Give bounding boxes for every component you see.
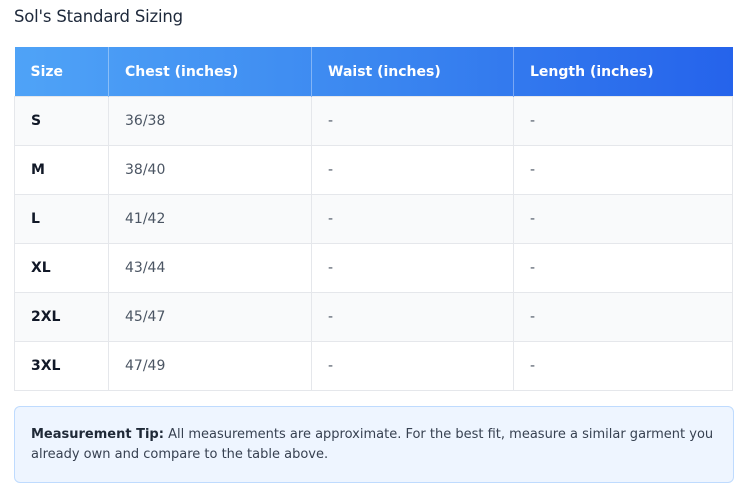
size-chart-table: Size Chest (inches) Waist (inches) Lengt… <box>14 47 733 391</box>
chest-cell: 41/42 <box>108 194 312 244</box>
page-title: Sol's Standard Sizing <box>14 7 183 26</box>
length-cell: - <box>513 194 733 244</box>
size-cell: L <box>14 194 109 244</box>
size-cell: XL <box>14 243 109 293</box>
waist-cell: - <box>311 341 514 391</box>
chest-cell: 36/38 <box>108 96 312 146</box>
column-header-chest: Chest (inches) <box>108 47 312 97</box>
column-header-length: Length (inches) <box>530 63 654 80</box>
table-header-row: Size Chest (inches) Waist (inches) Lengt… <box>14 47 733 97</box>
column-header-waist: Waist (inches) <box>311 47 514 97</box>
waist-cell: - <box>311 292 514 342</box>
size-cell: S <box>14 96 109 146</box>
waist-cell: - <box>311 145 514 195</box>
size-cell: 2XL <box>14 292 109 342</box>
chest-cell: 45/47 <box>108 292 312 342</box>
waist-cell: - <box>311 243 514 293</box>
table-row: XL 43/44 - - <box>14 243 733 293</box>
tip-label: Measurement Tip: <box>31 427 164 442</box>
chest-cell: 47/49 <box>108 341 312 391</box>
length-cell: - <box>513 96 733 146</box>
size-cell: 3XL <box>14 341 109 391</box>
waist-cell: - <box>311 194 514 244</box>
table-row: L 41/42 - - <box>14 194 733 244</box>
length-cell: - <box>513 145 733 195</box>
length-cell: - <box>513 292 733 342</box>
table-row: 3XL 47/49 - - <box>14 341 733 391</box>
table-row: 2XL 45/47 - - <box>14 292 733 342</box>
length-cell: - <box>513 243 733 293</box>
chest-cell: 38/40 <box>108 145 312 195</box>
length-cell: - <box>513 341 733 391</box>
table-row: M 38/40 - - <box>14 145 733 195</box>
table-row: S 36/38 - - <box>14 96 733 146</box>
waist-cell: - <box>311 96 514 146</box>
size-cell: M <box>14 145 109 195</box>
measurement-tip-box: Measurement Tip: All measurements are ap… <box>14 406 734 483</box>
column-header-size: Size <box>14 47 109 97</box>
chest-cell: 43/44 <box>108 243 312 293</box>
